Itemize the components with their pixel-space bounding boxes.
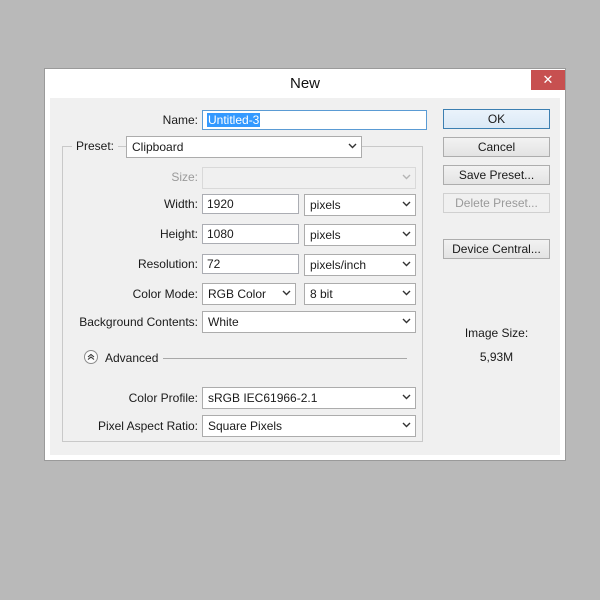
close-icon: ✕ [542,72,554,87]
cancel-button[interactable]: Cancel [443,137,550,157]
name-input[interactable]: Untitled-3 [202,110,427,130]
chevron-down-icon [402,312,411,332]
background-contents-select[interactable]: White [202,311,416,333]
chevron-down-icon [282,284,291,304]
chevron-down-icon [402,168,411,188]
chevron-up-icon [87,353,95,360]
width-input[interactable]: 1920 [202,194,299,214]
advanced-toggle-button[interactable] [84,350,98,364]
height-input[interactable]: 1080 [202,224,299,244]
advanced-label: Advanced [105,351,159,365]
resolution-input[interactable]: 72 [202,254,299,274]
preset-value: Clipboard [132,140,184,154]
width-unit-select[interactable]: pixels [304,194,416,216]
pixel-aspect-ratio-label: Pixel Aspect Ratio: [97,419,198,433]
pixel-aspect-ratio-select[interactable]: Square Pixels [202,415,416,437]
background-contents-label: Background Contents: [79,315,198,329]
chevron-down-icon [402,416,411,436]
close-button[interactable]: ✕ [531,70,565,90]
chevron-down-icon [402,255,411,275]
size-label: Size: [171,170,198,184]
preset-label: Preset: [76,139,115,153]
advanced-divider [163,358,407,359]
color-mode-select[interactable]: RGB Color [202,283,296,305]
chevron-down-icon [402,225,411,245]
color-profile-label: Color Profile: [128,391,198,405]
bit-depth-select[interactable]: 8 bit [304,283,416,305]
dialog-title: New [289,75,320,92]
chevron-down-icon [348,137,357,157]
name-input-selected-text: Untitled-3 [207,113,261,127]
resolution-unit-value: pixels/inch [310,258,367,272]
color-mode-value: RGB Color [208,287,267,301]
save-preset-button[interactable]: Save Preset... [443,165,550,185]
ok-button[interactable]: OK [443,109,550,129]
height-unit-select[interactable]: pixels [304,224,416,246]
bit-depth-value: 8 bit [310,287,333,301]
preset-area: Preset: [72,136,119,158]
new-document-dialog: New ✕ Name: Untitled-3 Preset: Clipboard… [44,68,566,461]
size-select [202,167,416,189]
image-size-label: Image Size: [464,326,529,340]
color-profile-select[interactable]: sRGB IEC61966-2.1 [202,387,416,409]
title-bar[interactable]: New ✕ [45,69,565,98]
chevron-down-icon [402,284,411,304]
width-label: Width: [163,197,198,211]
name-label: Name: [162,113,198,127]
height-label: Height: [159,227,198,241]
resolution-label: Resolution: [137,257,198,271]
preset-select[interactable]: Clipboard [126,136,362,158]
pixel-aspect-ratio-value: Square Pixels [208,419,283,433]
color-mode-label: Color Mode: [132,287,198,301]
device-central-button[interactable]: Device Central... [443,239,550,259]
dialog-body: Name: Untitled-3 Preset: Clipboard Size:… [50,98,560,455]
color-profile-value: sRGB IEC61966-2.1 [208,391,318,405]
background-contents-value: White [208,315,239,329]
chevron-down-icon [402,195,411,215]
chevron-down-icon [402,388,411,408]
width-unit-value: pixels [310,198,341,212]
resolution-unit-select[interactable]: pixels/inch [304,254,416,276]
delete-preset-button: Delete Preset... [443,193,550,213]
height-unit-value: pixels [310,228,341,242]
image-size-value: 5,93M [479,350,514,364]
